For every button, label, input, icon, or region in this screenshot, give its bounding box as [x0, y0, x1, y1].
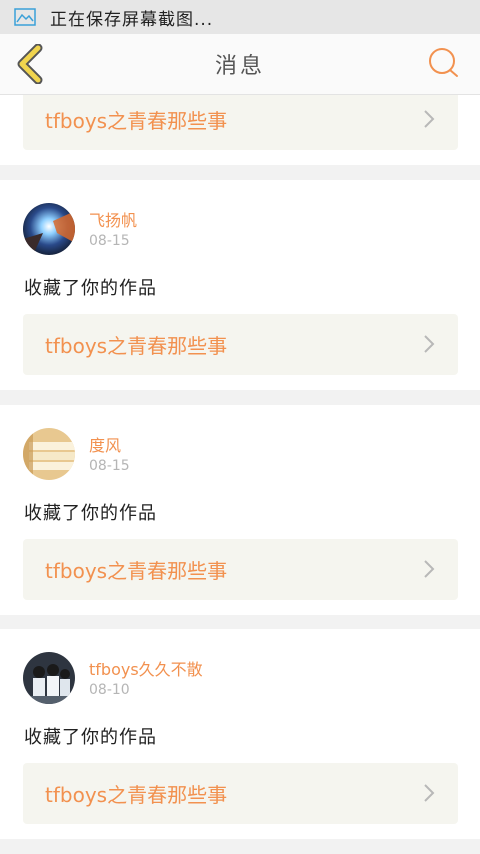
- message-date: 08-10: [89, 682, 130, 698]
- avatar[interactable]: [23, 652, 75, 704]
- status-text: 正在保存屏幕截图...: [50, 9, 214, 30]
- user-name[interactable]: 飞扬帆: [89, 207, 137, 231]
- work-link[interactable]: tfboys之青春那些事: [23, 314, 458, 375]
- message-text: 收藏了你的作品: [24, 727, 157, 748]
- work-link[interactable]: tfboys之青春那些事: [23, 763, 458, 824]
- page-title: 消息: [214, 54, 265, 79]
- chevron-right-icon: [424, 335, 435, 353]
- title-bar: 消息: [0, 34, 480, 95]
- message-card: 飞扬帆 08-15 收藏了你的作品 tfboys之青春那些事: [0, 180, 480, 390]
- message-list: tfboys之青春那些事 飞扬帆 08-15 收藏了你的作品 tfboys之青春…: [0, 95, 480, 854]
- message-text: 收藏了你的作品: [24, 278, 157, 299]
- status-bar: 正在保存屏幕截图...: [0, 0, 480, 34]
- user-name[interactable]: 度风: [89, 432, 121, 456]
- message-card: tfboys之青春那些事: [0, 95, 480, 165]
- work-link[interactable]: tfboys之青春那些事: [23, 539, 458, 600]
- avatar[interactable]: [23, 428, 75, 480]
- message-text: 收藏了你的作品: [24, 503, 157, 524]
- message-date: 08-15: [89, 458, 130, 474]
- message-date: 08-15: [89, 233, 130, 249]
- work-link[interactable]: tfboys之青春那些事: [23, 95, 458, 150]
- work-link-text: tfboys之青春那些事: [45, 334, 228, 358]
- search-icon[interactable]: [426, 46, 460, 80]
- work-link-text: tfboys之青春那些事: [45, 109, 228, 133]
- message-card: tfboys久久不散 08-10 收藏了你的作品 tfboys之青春那些事: [0, 629, 480, 839]
- screenshot-icon: [14, 8, 36, 26]
- chevron-right-icon: [424, 560, 435, 578]
- chevron-right-icon: [424, 110, 435, 128]
- chevron-right-icon: [424, 784, 435, 802]
- message-card: 度风 08-15 收藏了你的作品 tfboys之青春那些事: [0, 405, 480, 615]
- avatar[interactable]: [23, 203, 75, 255]
- user-name[interactable]: tfboys久久不散: [89, 656, 203, 680]
- work-link-text: tfboys之青春那些事: [45, 783, 228, 807]
- work-link-text: tfboys之青春那些事: [45, 559, 228, 583]
